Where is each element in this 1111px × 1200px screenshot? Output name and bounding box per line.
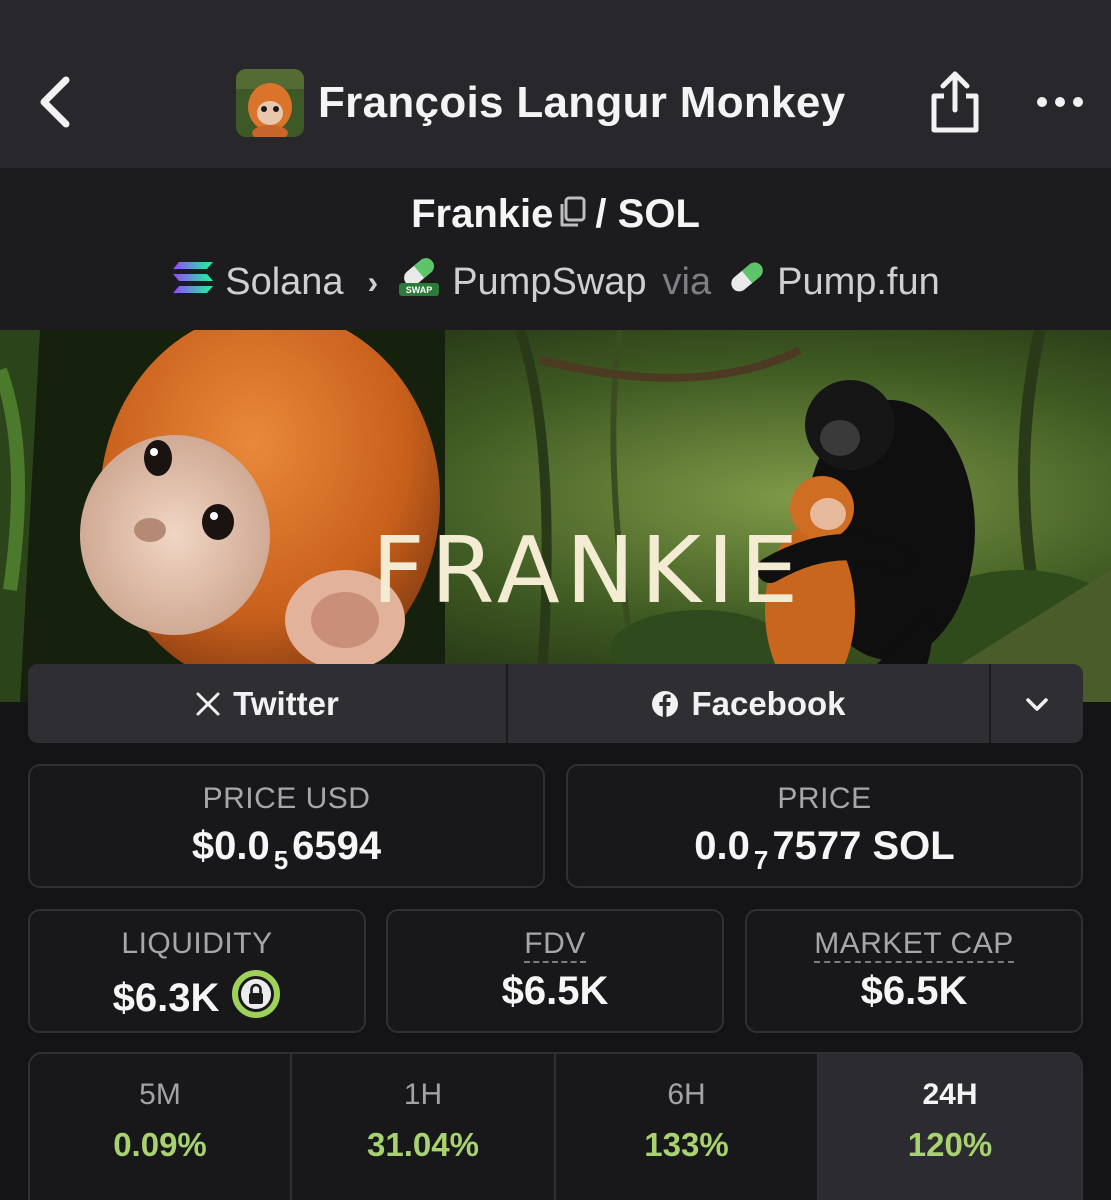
twitter-button[interactable]: Twitter [28,664,508,743]
more-options-button[interactable] [1034,82,1086,122]
token-avatar [236,69,304,137]
quote-token-symbol: SOL [617,192,700,236]
more-horizontal-icon [1037,97,1083,107]
page-title: François Langur Monkey [318,78,846,127]
market-cap-card: MARKET CAP $6.5K [745,909,1083,1033]
launchpad-link[interactable]: Pump.fun [777,261,940,304]
tab-5m[interactable]: 5M 0.09% [30,1054,292,1200]
price-usd-zero-count: 5 [273,845,289,875]
price-native-prefix: 0.0 [694,824,750,868]
price-usd-card: PRICE USD $0.0 5 6594 [28,764,545,888]
chevron-left-icon [40,76,70,128]
tab-6h[interactable]: 6H 133% [556,1054,819,1200]
tab-24h-label: 24H [922,1078,978,1111]
x-logo-icon [195,691,221,717]
back-button[interactable] [30,72,86,132]
more-socials-dropdown[interactable] [991,664,1083,743]
swap-badge-text: SWAP [406,285,433,295]
base-token-symbol: Frankie [411,192,554,236]
chevron-right-icon: › [367,263,379,300]
token-banner-image: FRANKIE [0,330,1111,702]
pumpfun-icon [727,258,767,306]
share-icon [931,71,979,133]
facebook-label: Facebook [691,684,846,722]
market-cap-value: $6.5K [860,969,968,1013]
chain-dex-row: Solana › SWAP PumpSwap via Pump.fun [0,256,1111,308]
token-title-group: François Langur Monkey [236,68,845,138]
fdv-card: FDV $6.5K [386,909,724,1033]
pair-info-bar: Frankie / SOL Solana › SWAP PumpSwap via… [0,168,1111,330]
via-label: via [662,260,712,303]
fdv-label[interactable]: FDV [524,927,586,963]
price-usd-digits: 6594 [292,824,382,868]
facebook-logo-icon [651,690,679,718]
twitter-label: Twitter [233,684,339,722]
price-native-card: PRICE 0.0 7 7577 SOL [566,764,1083,888]
timeframe-tabs: 5M 0.09% 1H 31.04% 6H 133% 24H 120% [28,1052,1083,1200]
fdv-value: $6.5K [501,969,609,1013]
price-native-digits: 7577 SOL [772,824,955,868]
pair-separator: / [595,192,607,236]
tab-6h-change: 133% [644,1126,729,1163]
tab-5m-change: 0.09% [113,1126,207,1163]
tab-1h-change: 31.04% [367,1126,479,1163]
share-button[interactable] [928,68,982,136]
liquidity-value-row: $6.3K [30,969,364,1029]
facebook-button[interactable]: Facebook [508,664,991,743]
tab-24h-change: 120% [907,1126,993,1163]
pair-name: Frankie / SOL [0,192,1111,237]
dex-link[interactable]: PumpSwap [452,261,646,304]
price-usd-value: $0.0 5 6594 [30,824,543,876]
liquidity-label: LIQUIDITY [121,927,273,960]
solana-icon [171,259,215,305]
market-cap-label[interactable]: MARKET CAP [814,927,1014,963]
price-usd-label: PRICE USD [202,782,371,815]
chevron-down-icon [1026,697,1048,711]
price-native-value: 0.0 7 7577 SOL [568,824,1081,876]
liquidity-card: LIQUIDITY $6.3K [28,909,366,1033]
copy-icon[interactable] [557,194,587,228]
social-links-bar: Twitter Facebook [28,664,1083,743]
tab-24h[interactable]: 24H 120% [819,1054,1081,1200]
tab-5m-label: 5M [139,1078,181,1111]
chain-link[interactable]: Solana [225,261,343,304]
tab-1h-label: 1H [403,1078,443,1111]
top-bar: François Langur Monkey [0,0,1111,168]
price-usd-prefix: $0.0 [191,824,270,868]
banner-title-text: FRANKIE [372,517,804,624]
lock-icon[interactable] [231,969,281,1029]
tab-1h[interactable]: 1H 31.04% [292,1054,556,1200]
pumpswap-icon: SWAP [396,256,442,308]
liquidity-value: $6.3K [112,976,220,1020]
tab-6h-label: 6H [667,1078,706,1111]
price-native-zero-count: 7 [753,845,769,875]
price-native-label: PRICE [777,782,872,815]
